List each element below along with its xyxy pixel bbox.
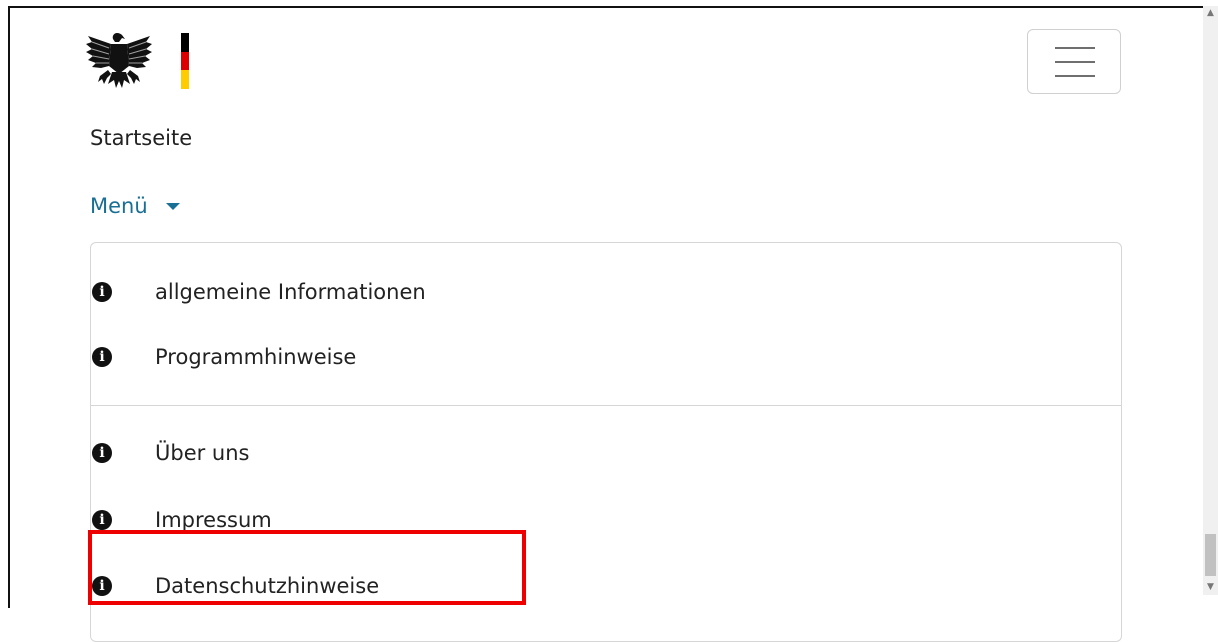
- info-icon: i: [92, 510, 112, 530]
- menu-item-label: Impressum: [155, 508, 272, 532]
- federal-eagle-icon[interactable]: [84, 30, 154, 94]
- flag-stripe-gold: [181, 70, 189, 89]
- scrollbar-thumb[interactable]: [1205, 534, 1216, 576]
- hamburger-icon-line: [1055, 75, 1095, 77]
- info-icon: i: [92, 443, 112, 463]
- scroll-up-arrow-icon[interactable]: ▲: [1203, 6, 1218, 21]
- dropdown-divider: [91, 405, 1121, 406]
- scroll-down-arrow-icon[interactable]: ▼: [1203, 580, 1218, 595]
- info-icon: i: [92, 347, 112, 367]
- home-link[interactable]: Startseite: [90, 126, 192, 150]
- navbar-toggle-button[interactable]: [1027, 29, 1121, 94]
- flag-stripe-black: [181, 33, 189, 52]
- flag-stripe-red: [181, 51, 189, 71]
- highlight-box: [88, 530, 526, 605]
- menu-item-label: Über uns: [155, 441, 250, 465]
- hamburger-icon-line: [1055, 47, 1095, 49]
- german-flag-bar: [181, 33, 189, 89]
- menu-item-label: Programmhinweise: [155, 345, 357, 369]
- info-icon: i: [92, 282, 112, 302]
- vertical-scrollbar[interactable]: ▲ ▼: [1203, 6, 1218, 595]
- hamburger-icon-line: [1055, 61, 1095, 63]
- caret-down-icon[interactable]: [166, 203, 180, 210]
- menu-dropdown-toggle[interactable]: Menü: [90, 194, 148, 218]
- menu-item-label: allgemeine Informationen: [155, 280, 426, 304]
